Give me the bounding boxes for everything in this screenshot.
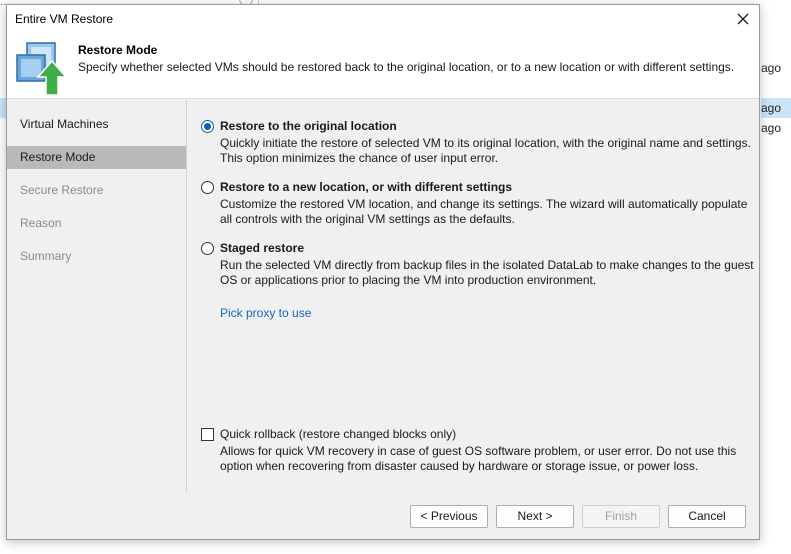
wizard-steps-sidebar: Virtual Machines Restore Mode Secure Res… — [7, 100, 187, 492]
step-secure-restore: Secure Restore — [20, 183, 104, 197]
step-summary: Summary — [20, 249, 72, 263]
step-description: Specify whether selected VMs should be r… — [78, 60, 735, 74]
dialog-title: Entire VM Restore — [15, 12, 114, 26]
close-icon — [737, 13, 749, 25]
step-reason: Reason — [20, 216, 62, 230]
cancel-button[interactable]: Cancel — [668, 505, 746, 528]
option-label[interactable]: Restore to a new location, or with diffe… — [220, 180, 512, 194]
option-label[interactable]: Restore to the original location — [220, 119, 397, 133]
option-description: Quickly initiate the restore of selected… — [220, 136, 751, 165]
dialog-titlebar: Entire VM Restore — [7, 5, 759, 33]
option-description: Run the selected VM directly from backup… — [220, 258, 754, 287]
next-button[interactable]: Next > — [496, 505, 574, 528]
staged-restore-radio[interactable] — [201, 242, 214, 255]
original-location-radio[interactable] — [201, 120, 214, 133]
pick-proxy-link[interactable]: Pick proxy to use — [220, 306, 311, 320]
entire-vm-restore-dialog: Entire VM Restore Restore Mode Specify w… — [6, 4, 760, 540]
background-time-label: ago — [761, 101, 782, 115]
option-label[interactable]: Staged restore — [220, 241, 304, 255]
new-location-radio[interactable] — [201, 181, 214, 194]
quick-rollback-checkbox[interactable] — [201, 428, 214, 441]
step-title: Restore Mode — [78, 43, 158, 57]
wizard-header: Restore Mode Specify whether selected VM… — [7, 33, 759, 99]
vm-restore-icon — [16, 42, 68, 95]
step-restore-mode[interactable]: Restore Mode — [7, 146, 186, 169]
step-virtual-machines[interactable]: Virtual Machines — [7, 113, 186, 136]
option-description: Customize the restored VM location, and … — [220, 197, 748, 226]
restore-mode-panel: Restore to the original location Quickly… — [188, 100, 759, 492]
quick-rollback-label[interactable]: Quick rollback (restore changed blocks o… — [220, 427, 456, 441]
quick-rollback-description: Allows for quick VM recovery in case of … — [220, 444, 737, 473]
finish-button: Finish — [582, 505, 660, 528]
close-button[interactable] — [733, 9, 753, 29]
background-time-label: ago — [761, 61, 782, 75]
previous-button[interactable]: < Previous — [410, 505, 488, 528]
background-time-label: ago — [761, 121, 782, 135]
